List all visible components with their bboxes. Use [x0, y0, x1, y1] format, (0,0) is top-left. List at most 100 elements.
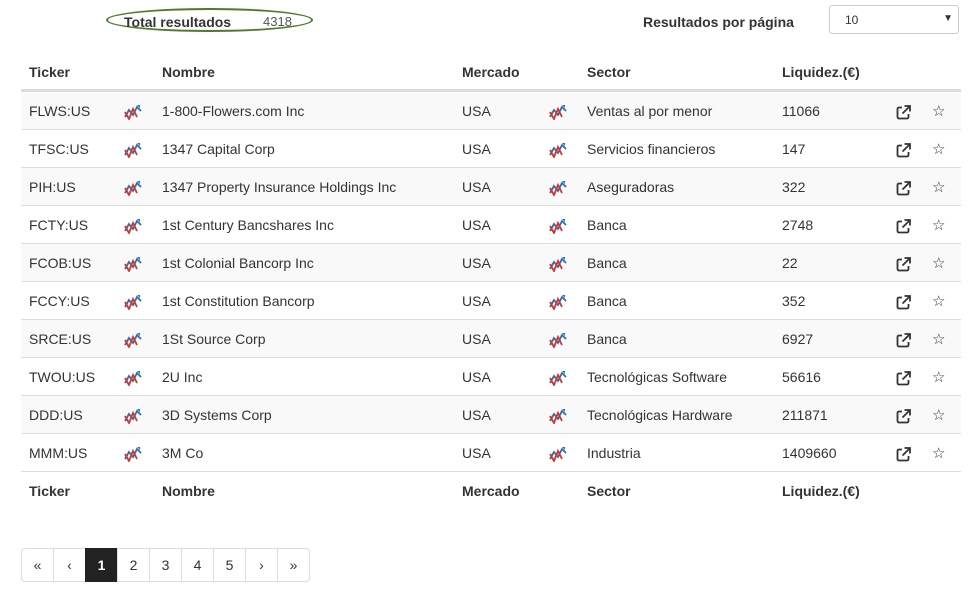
market-chart-button[interactable]: [549, 92, 567, 130]
chart-icon[interactable]: [549, 370, 567, 387]
chart-icon[interactable]: [124, 408, 142, 425]
open-detail-button[interactable]: [896, 320, 911, 358]
cell-ticker: MMM:US: [29, 445, 88, 461]
ticker-chart-button[interactable]: [124, 358, 142, 396]
chart-icon[interactable]: [124, 104, 142, 121]
external-link-icon[interactable]: [896, 446, 911, 462]
chart-icon[interactable]: [549, 332, 567, 349]
chart-icon[interactable]: [549, 142, 567, 159]
star-icon[interactable]: ☆: [932, 359, 945, 397]
header-liquidez[interactable]: Liquidez.(€): [782, 53, 860, 91]
market-chart-button[interactable]: [549, 244, 567, 282]
external-link-icon[interactable]: [896, 104, 911, 120]
market-chart-button[interactable]: [549, 168, 567, 206]
chart-icon[interactable]: [549, 218, 567, 235]
header-ticker[interactable]: Ticker: [29, 53, 70, 91]
external-link-icon[interactable]: [896, 294, 911, 310]
cell-sector: Banca: [587, 255, 627, 271]
chart-icon[interactable]: [124, 256, 142, 273]
page-button-1[interactable]: 1: [85, 548, 118, 582]
last-page-button[interactable]: »: [277, 548, 310, 582]
ticker-chart-button[interactable]: [124, 244, 142, 282]
market-chart-button[interactable]: [549, 320, 567, 358]
open-detail-button[interactable]: [896, 92, 911, 130]
favorite-button[interactable]: ☆: [932, 434, 945, 473]
favorite-button[interactable]: ☆: [932, 282, 945, 321]
market-chart-button[interactable]: [549, 130, 567, 168]
market-chart-button[interactable]: [549, 434, 567, 472]
open-detail-button[interactable]: [896, 206, 911, 244]
star-icon[interactable]: ☆: [932, 397, 945, 435]
chart-icon[interactable]: [124, 218, 142, 235]
star-icon[interactable]: ☆: [932, 93, 945, 131]
ticker-chart-button[interactable]: [124, 92, 142, 130]
external-link-icon[interactable]: [896, 142, 911, 158]
external-link-icon[interactable]: [896, 408, 911, 424]
cell-liquidez: 211871: [782, 407, 828, 423]
ticker-chart-button[interactable]: [124, 168, 142, 206]
star-icon[interactable]: ☆: [932, 283, 945, 321]
favorite-button[interactable]: ☆: [932, 206, 945, 245]
prev-page-button[interactable]: ‹: [53, 548, 86, 582]
chart-icon[interactable]: [124, 332, 142, 349]
header-nombre[interactable]: Nombre: [162, 53, 215, 91]
star-icon[interactable]: ☆: [932, 245, 945, 283]
favorite-button[interactable]: ☆: [932, 320, 945, 359]
open-detail-button[interactable]: [896, 434, 911, 472]
chart-icon[interactable]: [549, 104, 567, 121]
chart-icon[interactable]: [549, 256, 567, 273]
market-chart-button[interactable]: [549, 396, 567, 434]
open-detail-button[interactable]: [896, 130, 911, 168]
ticker-chart-button[interactable]: [124, 396, 142, 434]
page-button-3[interactable]: 3: [149, 548, 182, 582]
results-per-page-select[interactable]: 10 ▼: [829, 5, 959, 34]
external-link-icon[interactable]: [896, 180, 911, 196]
chart-icon[interactable]: [124, 180, 142, 197]
first-page-button[interactable]: «: [21, 548, 54, 582]
star-icon[interactable]: ☆: [932, 321, 945, 359]
ticker-chart-button[interactable]: [124, 130, 142, 168]
star-icon[interactable]: ☆: [932, 131, 945, 169]
favorite-button[interactable]: ☆: [932, 244, 945, 283]
header-mercado[interactable]: Mercado: [462, 53, 520, 91]
chart-icon[interactable]: [549, 180, 567, 197]
ticker-chart-button[interactable]: [124, 282, 142, 320]
chart-icon[interactable]: [549, 408, 567, 425]
chart-icon[interactable]: [549, 446, 567, 463]
market-chart-button[interactable]: [549, 358, 567, 396]
open-detail-button[interactable]: [896, 358, 911, 396]
chart-icon[interactable]: [124, 370, 142, 387]
star-icon[interactable]: ☆: [932, 435, 945, 473]
open-detail-button[interactable]: [896, 168, 911, 206]
favorite-button[interactable]: ☆: [932, 168, 945, 207]
cell-ticker: FCCY:US: [29, 293, 90, 309]
external-link-icon[interactable]: [896, 218, 911, 234]
next-page-button[interactable]: ›: [245, 548, 278, 582]
market-chart-button[interactable]: [549, 282, 567, 320]
market-chart-button[interactable]: [549, 206, 567, 244]
header-sector[interactable]: Sector: [587, 53, 631, 91]
chart-icon[interactable]: [124, 142, 142, 159]
ticker-chart-button[interactable]: [124, 320, 142, 358]
ticker-chart-button[interactable]: [124, 434, 142, 472]
open-detail-button[interactable]: [896, 282, 911, 320]
favorite-button[interactable]: ☆: [932, 130, 945, 169]
star-icon[interactable]: ☆: [932, 169, 945, 207]
page-button-4[interactable]: 4: [181, 548, 214, 582]
cell-ticker: DDD:US: [29, 407, 83, 423]
favorite-button[interactable]: ☆: [932, 358, 945, 397]
favorite-button[interactable]: ☆: [932, 92, 945, 131]
external-link-icon[interactable]: [896, 332, 911, 348]
external-link-icon[interactable]: [896, 370, 911, 386]
star-icon[interactable]: ☆: [932, 207, 945, 245]
chart-icon[interactable]: [124, 446, 142, 463]
open-detail-button[interactable]: [896, 244, 911, 282]
ticker-chart-button[interactable]: [124, 206, 142, 244]
page-button-5[interactable]: 5: [213, 548, 246, 582]
open-detail-button[interactable]: [896, 396, 911, 434]
favorite-button[interactable]: ☆: [932, 396, 945, 435]
chart-icon[interactable]: [549, 294, 567, 311]
page-button-2[interactable]: 2: [117, 548, 150, 582]
chart-icon[interactable]: [124, 294, 142, 311]
external-link-icon[interactable]: [896, 256, 911, 272]
